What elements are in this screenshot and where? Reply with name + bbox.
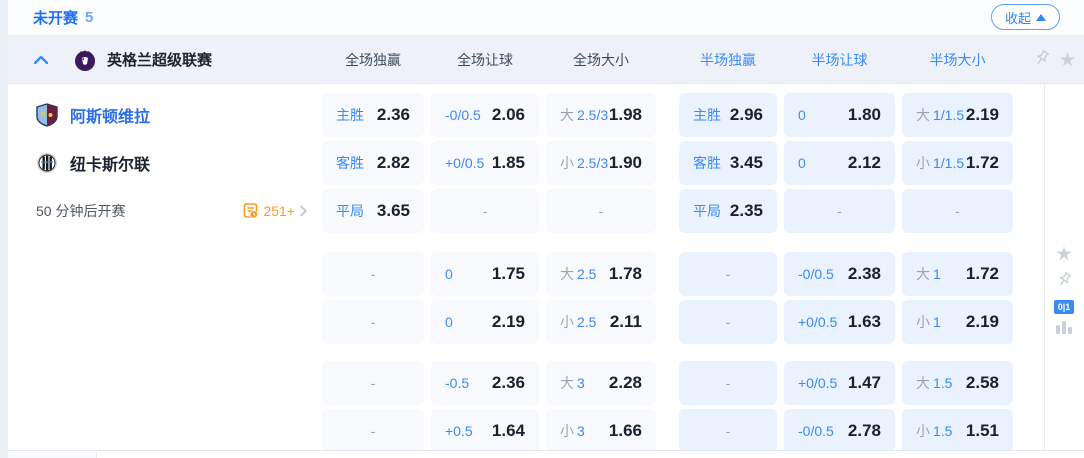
odds-cell[interactable]: -0/0.52.78 [784,409,895,453]
odds-cell-empty: - [322,252,424,296]
more-markets-link[interactable]: 251+ [243,203,308,219]
odds-cell-empty: - [679,409,777,453]
odds-cell[interactable]: 大1.52.58 [902,361,1013,405]
score-badge[interactable]: 0|1 [1054,300,1075,314]
match-tools-rail: ★ 0|1 [1050,245,1078,334]
column-header-ht-handicap: 半场让球 [784,36,895,84]
odds-cell[interactable]: +0/0.51.47 [784,361,895,405]
favorite-match-star-icon[interactable]: ★ [1055,245,1072,264]
column-header-ft-moneyline: 全场独赢 [322,36,424,84]
odds-cell[interactable]: 02.12 [784,141,895,185]
odds-cell[interactable]: -0/0.52.38 [784,252,895,296]
odds-cell[interactable]: -0.52.36 [431,361,539,405]
odds-cell[interactable]: 大32.28 [546,361,656,405]
odds-cell[interactable]: 主胜2.36 [322,93,424,137]
odds-cell[interactable]: 01.75 [431,252,539,296]
odds-cell-empty: - [679,361,777,405]
odds-cell[interactable]: +0.51.64 [431,409,539,453]
odds-cell[interactable]: 平局3.65 [322,189,424,233]
secondary-odds-group-2: --0.52.36大32.28-+0/0.51.47大1.52.58 -+0.5… [8,348,1084,453]
odds-cell[interactable]: 主胜2.96 [679,93,777,137]
away-team-row: 纽卡斯尔联 客胜2.82+0/0.51.85小2.5/31.90 客胜3.4502… [8,141,1084,185]
odds-cell[interactable]: 小2.52.11 [546,300,656,344]
odds-cell[interactable]: 大11.72 [902,252,1013,296]
secondary-odds-group-1: -01.75大2.51.78--0/0.52.38大11.72 -02.19小2… [8,237,1084,344]
column-header-ft-overunder: 全场大小 [546,36,656,84]
status-label: 未开赛 [33,7,78,28]
odds-cell[interactable]: 小31.66 [546,409,656,453]
next-match-row-partial [8,450,1084,458]
odds-cell-empty: - [902,189,1013,233]
odds-cell[interactable]: 大2.51.78 [546,252,656,296]
next-match-date-cell [8,452,97,458]
betting-page: 未开赛 5 收起 英格兰超级联赛 全场独赢 全场让球 全场大小 [0,0,1084,458]
odds-cell[interactable]: 大2.5/31.98 [546,93,656,137]
odds-cell[interactable]: +0/0.51.63 [784,300,895,344]
odds-cell[interactable]: 平局2.35 [679,189,777,233]
home-team-name[interactable]: 阿斯顿维拉 [70,103,150,127]
odds-cell[interactable]: 小12.19 [902,300,1013,344]
status-bar: 未开赛 5 收起 [8,0,1084,36]
column-header-ft-handicap: 全场让球 [431,36,539,84]
home-team-row: 阿斯顿维拉 主胜2.36-0/0.52.06大2.5/31.98 主胜2.9601… [8,93,1084,137]
markets-doc-clock-icon [243,203,259,219]
odds-cell[interactable]: 01.80 [784,93,895,137]
odds-cell[interactable]: 02.19 [431,300,539,344]
odds-cell-empty: - [546,189,656,233]
home-team-crest-icon [36,103,58,127]
rail-divider [1044,84,1045,458]
collapse-button[interactable]: 收起 [991,4,1060,30]
chevron-up-triangle-icon [1036,14,1046,21]
pin-icon[interactable] [1033,49,1051,72]
odds-cell-empty: - [784,189,895,233]
away-team-crest-icon [36,151,58,175]
odds-cell-empty: - [679,252,777,296]
league-name[interactable]: 英格兰超级联赛 [107,49,212,70]
premier-league-logo-icon [74,48,96,72]
away-team-name[interactable]: 纽卡斯尔联 [70,151,150,175]
odds-cell-empty: - [322,361,424,405]
odds-cell[interactable]: 客胜2.82 [322,141,424,185]
match-meta-row: 50 分钟后开赛 251+ [8,189,1084,233]
more-markets-count: 251+ [263,203,295,219]
favorite-star-icon[interactable]: ★ [1059,51,1076,70]
collapse-league-chevron-icon[interactable] [30,55,52,64]
odds-cell[interactable]: 大1/1.52.19 [902,93,1013,137]
odds-cell-empty: - [322,409,424,453]
odds-cell[interactable]: 客胜3.45 [679,141,777,185]
main-odds-group: 阿斯顿维拉 主胜2.36-0/0.52.06大2.5/31.98 主胜2.9601… [8,84,1084,233]
odds-cell[interactable]: -0/0.52.06 [431,93,539,137]
collapse-button-label: 收起 [1005,8,1031,27]
odds-cell-empty: - [322,300,424,344]
chevron-right-icon [299,205,308,217]
odds-cell[interactable]: 小1.51.51 [902,409,1013,453]
odds-cell[interactable]: +0/0.51.85 [431,141,539,185]
odds-cell[interactable]: 小1/1.51.72 [902,141,1013,185]
stats-bars-icon[interactable] [1056,321,1072,334]
match-card: 阿斯顿维拉 主胜2.36-0/0.52.06大2.5/31.98主胜2.9601… [8,84,1084,450]
odds-cell-empty: - [679,300,777,344]
odds-cell-empty: - [431,189,539,233]
column-header-ht-overunder: 半场大小 [902,36,1013,84]
pin-match-icon[interactable] [1056,271,1073,293]
status-count: 5 [85,9,93,26]
column-header-ht-moneyline: 半场独赢 [679,36,777,84]
league-header: 英格兰超级联赛 全场独赢 全场让球 全场大小 半场独赢 半场让球 半场大小 ★ [8,36,1084,84]
kickoff-countdown: 50 分钟后开赛 [36,201,125,221]
odds-cell[interactable]: 小2.5/31.90 [546,141,656,185]
left-edge-strip [0,0,8,458]
